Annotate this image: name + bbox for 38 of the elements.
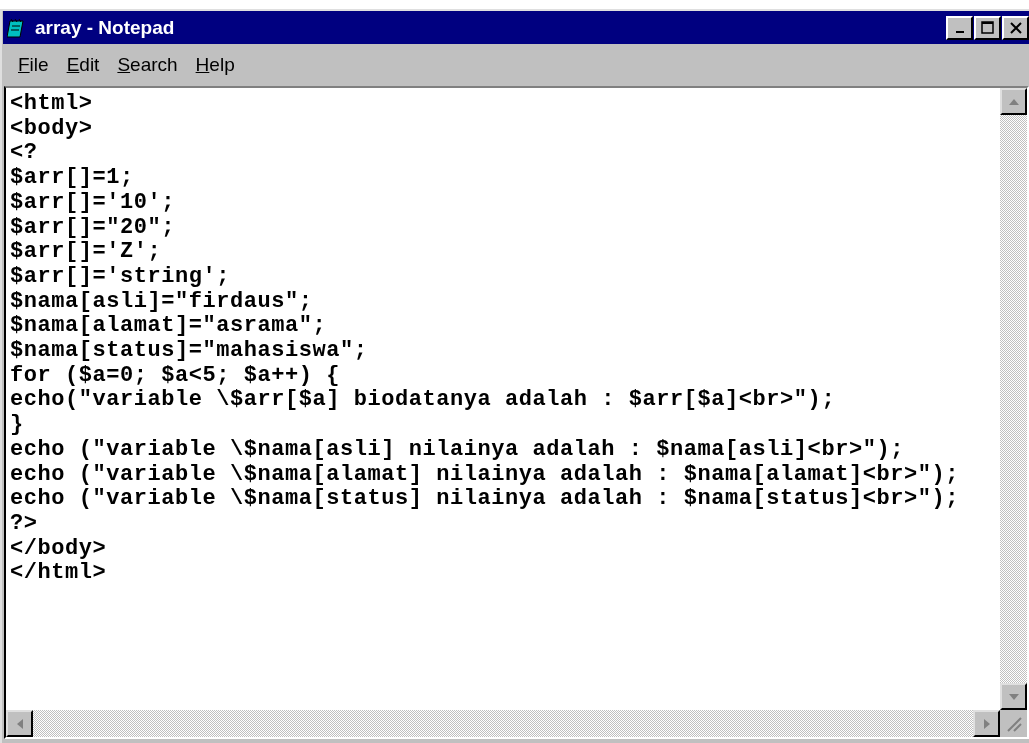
menu-item[interactable]: Help (189, 52, 241, 78)
menu-item[interactable]: File (12, 52, 55, 78)
code-line: $nama[alamat]="asrama"; (10, 314, 327, 340)
scroll-up-icon[interactable] (1000, 88, 1027, 115)
code-line: echo ("variable \$nama[asli] nilainya adalah : $nama[asli]<br>"); (10, 437, 904, 463)
code-line: </html> (10, 561, 107, 587)
code-line: $nama[status]="mahasiswa"; (10, 339, 368, 364)
minimize-icon (955, 30, 964, 33)
vertical-scrollbar[interactable] (1000, 88, 1027, 710)
window-title: array - Notepad (35, 16, 176, 39)
maximize-button[interactable] (974, 15, 1001, 40)
code-line: $arr[]='Z'; (10, 240, 162, 265)
code-line: $arr[]="20"; (10, 215, 176, 241)
scroll-down-icon[interactable] (1000, 683, 1027, 710)
menu-item[interactable]: Search (111, 52, 184, 78)
minimize-button[interactable] (946, 15, 973, 40)
close-icon (1008, 21, 1023, 34)
code-line: $arr[]='string'; (10, 264, 231, 290)
code-line: } (10, 413, 24, 438)
text-editor[interactable] (4, 86, 1029, 739)
menu-item[interactable]: Edit (60, 52, 106, 78)
code-line: echo("variable \$arr[$a] biodatanya adalah : $arr[$a]<br>"); (10, 388, 836, 414)
scroll-left-icon[interactable] (6, 710, 33, 737)
code-line: <body> (10, 116, 93, 142)
code-line: echo ("variable \$nama[alamat] nilainya adalah : $nama[alamat]<br>"); (10, 462, 959, 488)
code-line: <? (10, 141, 38, 167)
code-line: $arr[]='10'; (10, 190, 176, 216)
horizontal-scrollbar[interactable] (6, 710, 1000, 737)
code-line: <html> (10, 92, 93, 117)
code-line: $nama[asli]="firdaus"; (10, 289, 313, 315)
maximize-icon (980, 20, 995, 35)
close-button[interactable] (1002, 15, 1029, 40)
code-line: ?> (10, 511, 38, 537)
code-line: $arr[]=1; (10, 166, 134, 191)
code-line: for ($a=0; $a<5; $a++) { (10, 363, 341, 389)
code-line: echo ("variable \$nama[status] nilainya adalah : $nama[status]<br>"); (10, 487, 959, 512)
code-line: </body> (10, 536, 107, 562)
scroll-right-icon[interactable] (973, 710, 1000, 737)
